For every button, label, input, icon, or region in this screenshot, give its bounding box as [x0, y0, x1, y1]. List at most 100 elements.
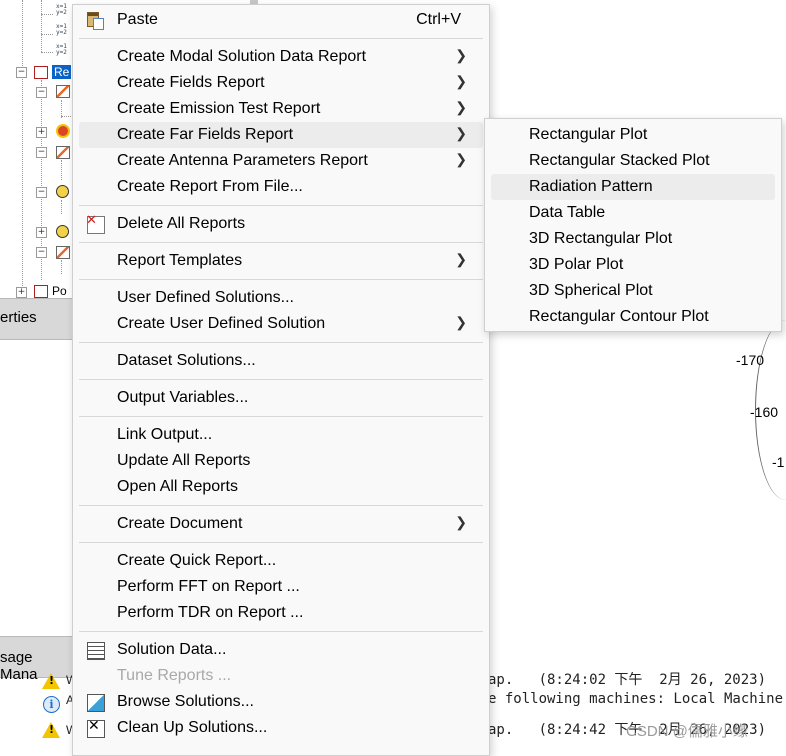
menu-separator [79, 631, 483, 632]
submenu-item-3d-rectangular-plot[interactable]: 3D Rectangular Plot [491, 226, 775, 252]
submenu-item-3d-polar-plot[interactable]: 3D Polar Plot [491, 252, 775, 278]
menu-item-label: Report Templates [117, 252, 243, 269]
menu-separator [79, 505, 483, 506]
submenu-item-label: Radiation Pattern [529, 178, 653, 195]
expand-toggle[interactable]: + [16, 287, 27, 298]
properties-tab-label: erties [0, 309, 37, 326]
menu-item-dataset-solutions[interactable]: Dataset Solutions... [79, 348, 483, 374]
menu-item-perform-tdr-on-report[interactable]: Perform TDR on Report ... [79, 600, 483, 626]
report-plot-icon [56, 146, 70, 159]
chevron-right-icon: ❯ [455, 314, 467, 330]
message-text: e following machines: Local Machine. [488, 691, 786, 707]
submenu-item-label: Rectangular Plot [529, 126, 648, 143]
submenu-item-data-table[interactable]: Data Table [491, 200, 775, 226]
ports-icon [34, 285, 48, 298]
tree-item-reports[interactable]: Re [52, 65, 72, 79]
chevron-right-icon: ❯ [455, 99, 467, 115]
menu-item-create-far-fields-report[interactable]: Create Far Fields Report ❯ [79, 122, 483, 148]
far-field-icon [56, 185, 69, 198]
menu-item-output-variables[interactable]: Output Variables... [79, 385, 483, 411]
menu-item-label: Create Antenna Parameters Report [117, 152, 368, 169]
menu-item-paste[interactable]: Paste Ctrl+V [79, 7, 483, 33]
polar-tick-label: -170 [736, 352, 765, 368]
expand-toggle[interactable]: + [36, 227, 47, 238]
properties-tab[interactable]: erties [0, 298, 72, 340]
menu-item-browse-solutions[interactable]: Browse Solutions... [79, 689, 483, 715]
menu-item-label: Link Output... [117, 426, 213, 443]
menu-item-create-quick-report[interactable]: Create Quick Report... [79, 548, 483, 574]
menu-item-update-all-reports[interactable]: Update All Reports [79, 448, 483, 474]
report-plot-icon [56, 246, 70, 259]
collapse-toggle[interactable]: − [36, 187, 47, 198]
menu-item-label: User Defined Solutions... [117, 289, 294, 306]
context-menu: Paste Ctrl+V Create Modal Solution Data … [72, 4, 490, 756]
tree-data-glyph: x=1 y=2 [56, 43, 67, 56]
paste-icon [87, 12, 104, 30]
tree-item-ports[interactable]: Po [52, 284, 67, 298]
clean-up-icon [87, 718, 105, 738]
menu-item-create-report-from-file[interactable]: Create Report From File... [79, 174, 483, 200]
menu-item-label: Dataset Solutions... [117, 352, 256, 369]
message-manager-tab[interactable]: sage Mana [0, 636, 72, 683]
menu-item-link-output[interactable]: Link Output... [79, 422, 483, 448]
menu-item-tune-reports: Tune Reports ... [79, 663, 483, 689]
menu-separator [79, 38, 483, 39]
report-plot-icon [56, 85, 70, 98]
menu-item-label: Update All Reports [117, 452, 251, 469]
collapse-toggle[interactable]: − [36, 247, 47, 258]
menu-item-label: Perform FFT on Report ... [117, 578, 300, 595]
menu-item-label: Browse Solutions... [117, 693, 254, 710]
warning-icon [42, 722, 60, 738]
menu-item-create-document[interactable]: Create Document ❯ [79, 511, 483, 537]
menu-item-label: Output Variables... [117, 389, 249, 406]
solution-data-icon [87, 642, 105, 660]
menu-item-create-emission-test-report[interactable]: Create Emission Test Report ❯ [79, 96, 483, 122]
chevron-right-icon: ❯ [455, 514, 467, 530]
menu-item-perform-fft-on-report[interactable]: Perform FFT on Report ... [79, 574, 483, 600]
menu-item-create-antenna-parameters-report[interactable]: Create Antenna Parameters Report ❯ [79, 148, 483, 174]
menu-separator [79, 342, 483, 343]
menu-item-label: Perform TDR on Report ... [117, 604, 304, 621]
menu-item-create-fields-report[interactable]: Create Fields Report ❯ [79, 70, 483, 96]
menu-item-label: Paste [117, 11, 158, 28]
submenu-item-label: Rectangular Contour Plot [529, 308, 709, 325]
collapse-toggle[interactable]: − [36, 87, 47, 98]
menu-item-label: Create Quick Report... [117, 552, 277, 569]
menu-item-label: Create Fields Report [117, 74, 265, 91]
menu-item-label: Tune Reports ... [117, 667, 232, 684]
submenu-item-rectangular-plot[interactable]: Rectangular Plot [491, 122, 775, 148]
message-text: ap. (8:24:02 下午 2月 26, 2023) [488, 672, 767, 688]
submenu-item-3d-spherical-plot[interactable]: 3D Spherical Plot [491, 278, 775, 304]
menu-item-label: Solution Data... [117, 641, 227, 658]
radiation-plot-area: -170 -160 -1 [488, 320, 786, 642]
antenna-icon [56, 124, 70, 138]
submenu-item-rectangular-stacked-plot[interactable]: Rectangular Stacked Plot [491, 148, 775, 174]
submenu-item-label: 3D Rectangular Plot [529, 230, 673, 247]
menu-item-label: Create Report From File... [117, 178, 303, 195]
chevron-right-icon: ❯ [455, 73, 467, 89]
watermark: CSDN @儒雅小缘 [626, 723, 748, 740]
menu-item-clean-up-solutions[interactable]: Clean Up Solutions... [79, 715, 483, 741]
collapse-toggle[interactable]: − [36, 147, 47, 158]
menu-item-open-all-reports[interactable]: Open All Reports [79, 474, 483, 500]
menu-separator [79, 416, 483, 417]
expand-toggle[interactable]: + [36, 127, 47, 138]
menu-item-create-user-defined-solution[interactable]: Create User Defined Solution ❯ [79, 311, 483, 337]
menu-item-create-modal-solution-data-report[interactable]: Create Modal Solution Data Report ❯ [79, 44, 483, 70]
delete-reports-icon [86, 213, 105, 234]
menu-item-user-defined-solutions[interactable]: User Defined Solutions... [79, 285, 483, 311]
polar-tick-label: -1 [772, 454, 785, 470]
submenu-item-rectangular-contour-plot[interactable]: Rectangular Contour Plot [491, 304, 775, 330]
browse-solutions-icon [87, 694, 105, 712]
submenu-item-label: 3D Polar Plot [529, 256, 624, 273]
menu-separator [79, 379, 483, 380]
menu-item-solution-data[interactable]: Solution Data... [79, 637, 483, 663]
collapse-toggle[interactable]: − [16, 67, 27, 78]
menu-separator [79, 542, 483, 543]
menu-item-label: Create User Defined Solution [117, 315, 326, 332]
warning-icon [42, 673, 60, 689]
menu-item-report-templates[interactable]: Report Templates ❯ [79, 248, 483, 274]
menu-item-delete-all-reports[interactable]: Delete All Reports [79, 211, 483, 237]
submenu-item-radiation-pattern[interactable]: Radiation Pattern [491, 174, 775, 200]
menu-item-label: Clean Up Solutions... [117, 719, 268, 736]
